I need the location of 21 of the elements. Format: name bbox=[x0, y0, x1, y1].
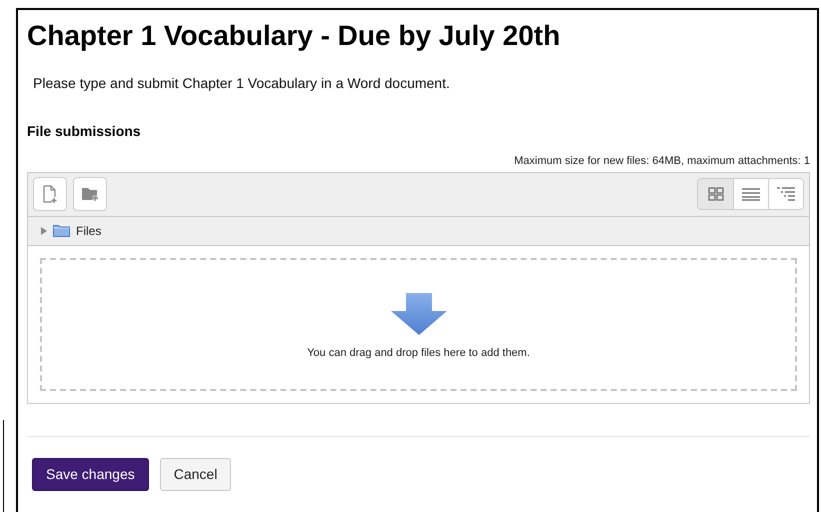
view-mode-button[interactable] bbox=[698, 179, 733, 209]
page-title: Chapter 1 Vocabulary - Due by July 20th bbox=[27, 19, 560, 53]
list-view-icon bbox=[742, 187, 760, 201]
down-arrow-icon bbox=[390, 292, 446, 334]
folder-label[interactable]: Files bbox=[76, 222, 102, 240]
save-button[interactable]: Save changes bbox=[32, 458, 149, 490]
file-limits-note: Maximum size for new files: 64MB, maximum attachments: 1 bbox=[514, 154, 810, 169]
cancel-button[interactable]: Cancel bbox=[160, 458, 232, 490]
expand-caret-icon[interactable] bbox=[40, 226, 47, 234]
drop-zone[interactable]: You can drag and drop files here to add them. bbox=[40, 258, 797, 390]
drop-hint: You can drag and drop files here to add them. bbox=[307, 346, 530, 360]
folder-icon bbox=[53, 224, 70, 237]
add-file-button[interactable] bbox=[33, 177, 67, 211]
view-mode-button[interactable] bbox=[768, 179, 803, 209]
file-plus-icon bbox=[42, 185, 58, 203]
grid-view-icon bbox=[708, 187, 724, 201]
folder-plus-icon bbox=[81, 186, 99, 202]
assignment-description: Please type and submit Chapter 1 Vocabulary in a Word document. bbox=[33, 74, 450, 93]
section-heading: File submissions bbox=[27, 122, 141, 141]
add-folder-button[interactable] bbox=[73, 177, 107, 211]
tree-view-icon bbox=[777, 187, 795, 201]
